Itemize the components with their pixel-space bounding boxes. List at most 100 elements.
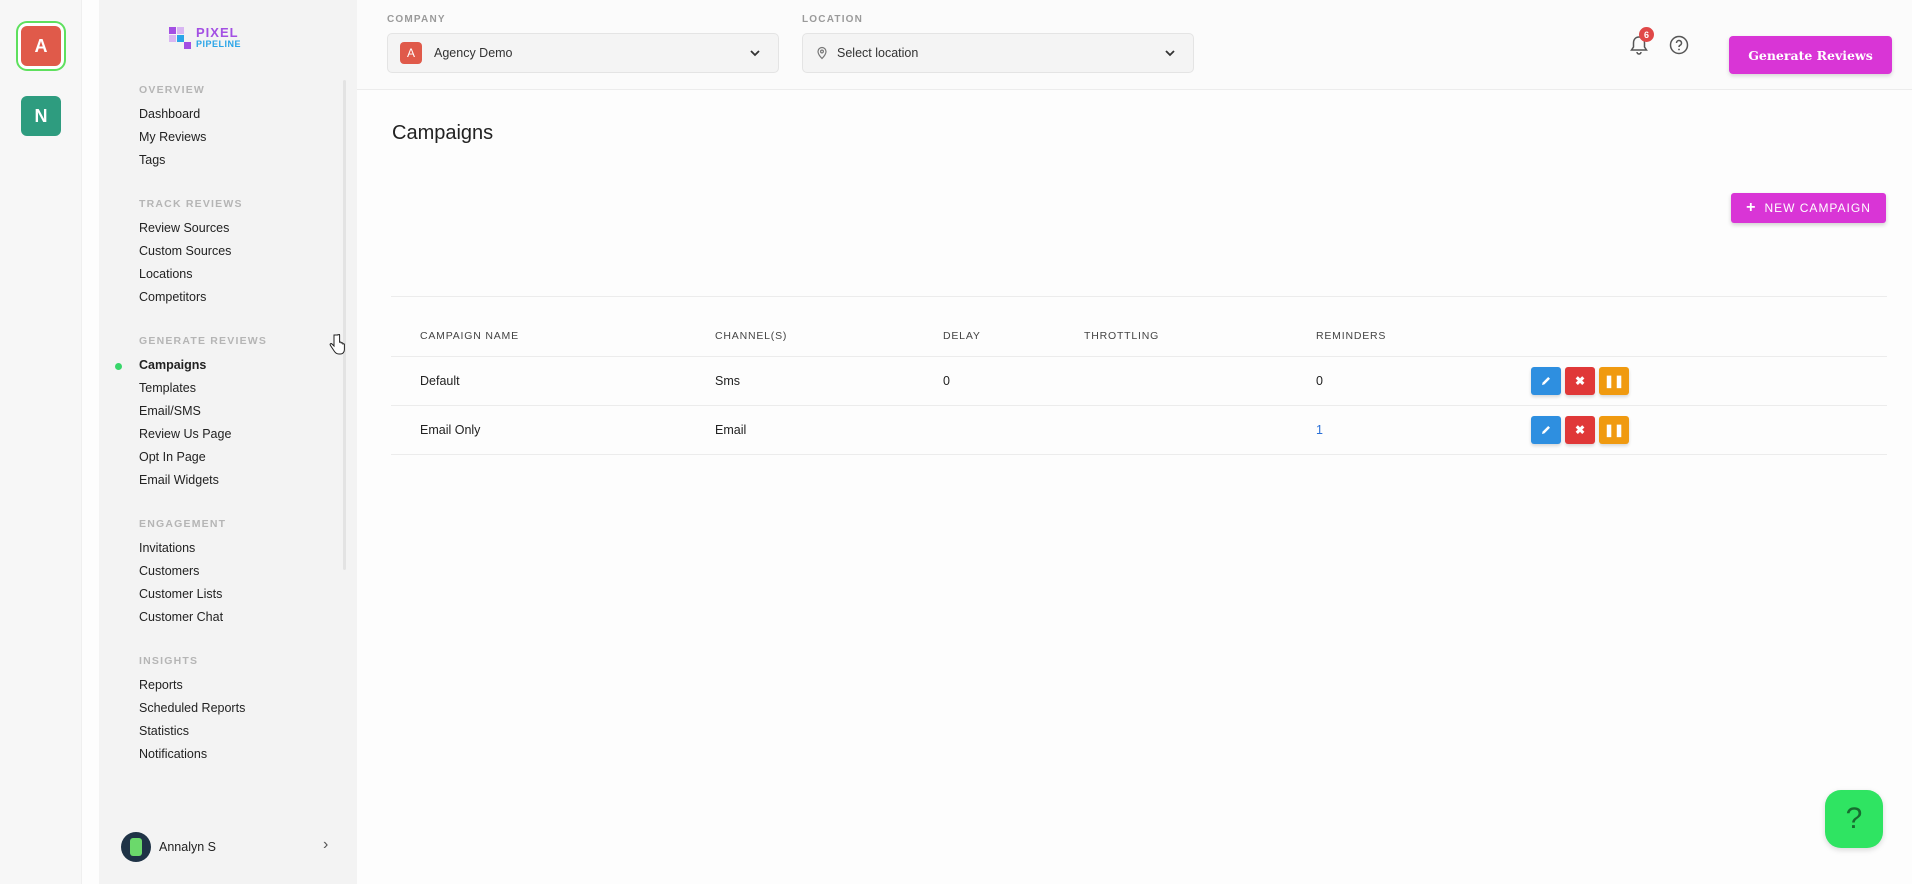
campaign-name-cell[interactable]: Default: [391, 356, 715, 406]
channels-cell: Email: [715, 405, 943, 455]
logo[interactable]: PIXEL PIPELINE: [169, 26, 241, 49]
reminders-cell[interactable]: 1: [1316, 405, 1531, 455]
company-field: COMPANY A Agency Demo: [387, 14, 779, 73]
nav-section-title: ENGAGEMENT: [139, 518, 227, 530]
nav-section-engagement: ENGAGEMENT Invitations Customers Custome…: [139, 518, 339, 629]
pencil-icon: [1542, 376, 1550, 385]
delay-cell: 0: [943, 356, 1084, 406]
hand-cursor-icon: [329, 334, 345, 355]
campaign-name-cell[interactable]: Email Only: [391, 405, 715, 455]
sidebar-item-customers[interactable]: Customers: [139, 560, 339, 583]
throttling-cell: [1084, 356, 1316, 406]
sidebar-item-invitations[interactable]: Invitations: [139, 537, 339, 560]
help-chat-button[interactable]: ?: [1825, 790, 1883, 848]
account-switch-n[interactable]: N: [21, 96, 61, 136]
sidebar-item-opt-in-page[interactable]: Opt In Page: [139, 446, 339, 469]
delete-button[interactable]: ✖: [1565, 366, 1595, 395]
notification-count-badge: 6: [1639, 27, 1654, 42]
pause-button[interactable]: ❚❚: [1599, 366, 1629, 395]
delay-cell: [943, 405, 1084, 455]
column-header-campaign-name[interactable]: CAMPAIGN NAME: [391, 316, 715, 357]
sidebar-item-competitors[interactable]: Competitors: [139, 286, 339, 309]
divider: [391, 296, 1887, 297]
new-campaign-label: NEW CAMPAIGN: [1764, 201, 1871, 215]
location-label: LOCATION: [802, 14, 864, 25]
avatar: [121, 832, 151, 862]
column-header-throttling[interactable]: THROTTLING: [1084, 316, 1316, 357]
top-bar: COMPANY A Agency Demo LOCATION Select lo…: [357, 0, 1912, 90]
edit-button[interactable]: [1531, 415, 1561, 444]
logo-text-bottom: PIPELINE: [196, 39, 242, 49]
pencil-icon: [1542, 425, 1550, 434]
campaigns-table: CAMPAIGN NAME CHANNEL(S) DELAY THROTTLIN…: [391, 316, 1887, 455]
pause-button[interactable]: ❚❚: [1599, 415, 1629, 444]
company-value: Agency Demo: [434, 46, 513, 60]
reminders-cell: 0: [1316, 356, 1531, 406]
nav-section-insights: INSIGHTS Reports Scheduled Reports Stati…: [139, 655, 339, 766]
location-select[interactable]: Select location: [802, 33, 1194, 73]
sidebar-item-email-widgets[interactable]: Email Widgets: [139, 469, 339, 492]
map-pin-icon: [817, 46, 827, 60]
nav-section-title: OVERVIEW: [139, 84, 206, 96]
nav-section-overview: OVERVIEW Dashboard My Reviews Tags: [139, 84, 339, 172]
column-header-reminders[interactable]: REMINDERS: [1316, 316, 1531, 357]
logo-mark-icon: [169, 26, 191, 49]
throttling-cell: [1084, 405, 1316, 455]
sidebar-item-reports[interactable]: Reports: [139, 674, 339, 697]
chevron-down-icon: [750, 50, 760, 57]
company-badge: A: [400, 42, 422, 64]
sidebar-item-review-us-page[interactable]: Review Us Page: [139, 423, 339, 446]
user-name: Annalyn S: [159, 840, 216, 854]
sidebar-item-notifications[interactable]: Notifications: [139, 743, 339, 766]
company-select[interactable]: A Agency Demo: [387, 33, 779, 73]
pause-icon: ❚❚: [1603, 373, 1625, 388]
user-profile[interactable]: Annalyn S: [121, 832, 216, 862]
sidebar-scrollbar[interactable]: [343, 80, 346, 570]
actions-cell: ✖ ❚❚: [1531, 356, 1887, 406]
nav-section-title: INSIGHTS: [139, 655, 199, 667]
generate-reviews-button[interactable]: Generate Reviews: [1729, 36, 1892, 74]
nav-section-track-reviews: TRACK REVIEWS Review Sources Custom Sour…: [139, 198, 339, 309]
sidebar-item-scheduled-reports[interactable]: Scheduled Reports: [139, 697, 339, 720]
column-header-delay[interactable]: DELAY: [943, 316, 1084, 357]
help-circle-icon[interactable]: [1668, 34, 1690, 56]
page-title: Campaigns: [392, 122, 494, 144]
sidebar-item-email-sms[interactable]: Email/SMS: [139, 400, 339, 423]
sidebar-nav: OVERVIEW Dashboard My Reviews Tags TRACK…: [115, 84, 339, 792]
sidebar-item-dashboard[interactable]: Dashboard: [139, 103, 339, 126]
table-header-row: CAMPAIGN NAME CHANNEL(S) DELAY THROTTLIN…: [391, 316, 1887, 357]
close-icon: ✖: [1574, 373, 1586, 388]
new-campaign-button[interactable]: + NEW CAMPAIGN: [1731, 193, 1886, 223]
table-row[interactable]: Email Only Email 1 ✖ ❚❚: [391, 405, 1887, 455]
delete-button[interactable]: ✖: [1565, 415, 1595, 444]
plus-icon: +: [1746, 199, 1757, 216]
sidebar-item-campaigns[interactable]: Campaigns: [115, 354, 339, 377]
company-label: COMPANY: [387, 14, 446, 25]
nav-section-title: GENERATE REVIEWS: [139, 335, 268, 347]
sidebar-item-my-reviews[interactable]: My Reviews: [139, 126, 339, 149]
table-row[interactable]: Default Sms 0 0 ✖ ❚❚: [391, 356, 1887, 406]
logo-text-top: PIXEL: [196, 25, 239, 40]
sidebar-item-customer-lists[interactable]: Customer Lists: [139, 583, 339, 606]
actions-cell: ✖ ❚❚: [1531, 405, 1887, 455]
pause-icon: ❚❚: [1603, 422, 1625, 437]
location-placeholder: Select location: [837, 46, 919, 60]
nav-section-generate-reviews: GENERATE REVIEWS Campaigns Templates Ema…: [115, 335, 339, 492]
sidebar: PIXEL PIPELINE OVERVIEW Dashboard My Rev…: [99, 0, 357, 884]
location-field: LOCATION Select location: [802, 14, 1194, 73]
chevron-down-icon: [1165, 50, 1175, 57]
sidebar-item-statistics[interactable]: Statistics: [139, 720, 339, 743]
sidebar-item-customer-chat[interactable]: Customer Chat: [139, 606, 339, 629]
nav-section-title: TRACK REVIEWS: [139, 198, 243, 210]
sidebar-item-custom-sources[interactable]: Custom Sources: [139, 240, 339, 263]
channels-cell: Sms: [715, 356, 943, 406]
sidebar-item-review-sources[interactable]: Review Sources: [139, 217, 339, 240]
edit-button[interactable]: [1531, 366, 1561, 395]
sidebar-item-tags[interactable]: Tags: [139, 149, 339, 172]
chevron-right-icon[interactable]: ›: [323, 836, 328, 854]
sidebar-item-templates[interactable]: Templates: [139, 377, 339, 400]
column-header-actions: [1531, 316, 1887, 357]
column-header-channels[interactable]: CHANNEL(S): [715, 316, 943, 357]
sidebar-item-locations[interactable]: Locations: [139, 263, 339, 286]
account-switch-a[interactable]: A: [21, 26, 61, 66]
